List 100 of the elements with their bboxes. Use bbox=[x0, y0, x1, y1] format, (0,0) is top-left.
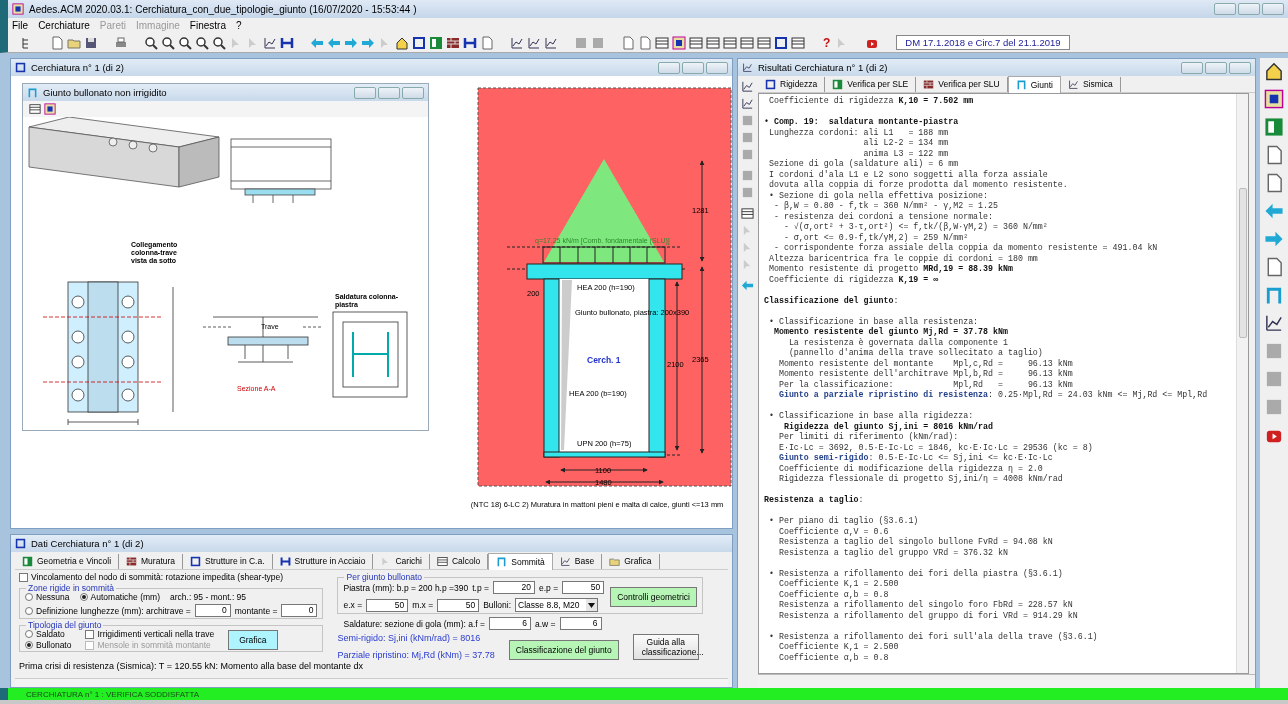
table-icon[interactable] bbox=[706, 35, 720, 50]
input-field[interactable]: 50 bbox=[437, 598, 480, 612]
menu-item[interactable]: File bbox=[12, 20, 29, 31]
minimize-button[interactable] bbox=[353, 86, 376, 99]
geometry-checks-button[interactable]: Controlli geometrici bbox=[610, 586, 697, 607]
arrow-right-icon[interactable] bbox=[361, 35, 375, 50]
zoom-icon[interactable] bbox=[195, 35, 209, 50]
radio-button[interactable]: Automatiche (mm) bbox=[79, 592, 160, 602]
result-line: Momento resistente del montante Mpl,c,Rd = 96.13 kNm bbox=[777, 358, 1074, 369]
page-icon[interactable] bbox=[638, 35, 652, 50]
input-field[interactable]: 6 bbox=[559, 617, 602, 630]
chart-icon[interactable] bbox=[544, 35, 558, 50]
input-field[interactable]: 20 bbox=[493, 581, 535, 594]
tab[interactable]: Sommità bbox=[488, 552, 553, 570]
page-icon[interactable] bbox=[621, 35, 635, 50]
maximize-button[interactable] bbox=[1238, 3, 1260, 15]
tab[interactable]: Carichi bbox=[373, 553, 430, 569]
result-line: Momento resistente del giunto Mj,Rd = 37.78 kNm bbox=[772, 327, 1009, 338]
house-icon[interactable] bbox=[395, 35, 409, 50]
tab[interactable]: Base bbox=[552, 553, 603, 569]
grid-icon[interactable] bbox=[429, 35, 443, 50]
menu-item[interactable]: Cerchiature bbox=[38, 20, 90, 31]
bolt-class-dropdown[interactable]: Classe 8.8, M20 bbox=[515, 598, 598, 612]
chart-icon[interactable] bbox=[1264, 313, 1284, 333]
table-icon[interactable] bbox=[655, 35, 669, 50]
brick-icon[interactable] bbox=[446, 35, 460, 50]
tab[interactable]: Grafica bbox=[602, 553, 660, 569]
input-field[interactable]: 0 bbox=[281, 604, 318, 617]
square-icon[interactable] bbox=[774, 35, 788, 50]
field-label: e.x = bbox=[343, 600, 363, 610]
house-icon[interactable] bbox=[1264, 61, 1284, 81]
vertical-scrollbar[interactable] bbox=[1236, 94, 1249, 673]
image-icon[interactable] bbox=[672, 35, 686, 50]
table-icon[interactable] bbox=[689, 35, 703, 50]
h-beam-icon[interactable] bbox=[463, 35, 477, 50]
help-button[interactable]: ? bbox=[821, 35, 833, 50]
tab-icon bbox=[279, 555, 291, 567]
classify-button[interactable]: Classificazione del giunto bbox=[508, 640, 619, 660]
arrow-left-icon[interactable] bbox=[1264, 201, 1284, 221]
tab[interactable]: Verifica per SLU bbox=[916, 76, 1008, 92]
group-title: Per giunto bullonato bbox=[344, 572, 425, 582]
tab[interactable]: Rigidezza bbox=[758, 76, 826, 92]
close-button[interactable] bbox=[706, 61, 728, 74]
scroll-thumb[interactable] bbox=[1238, 188, 1247, 338]
close-button[interactable] bbox=[1229, 61, 1252, 74]
menu-item[interactable]: Finestra bbox=[189, 20, 226, 31]
tab-icon bbox=[609, 555, 621, 567]
zoom-icon[interactable] bbox=[144, 35, 158, 50]
tab[interactable]: Muratura bbox=[119, 553, 184, 569]
radio-button[interactable]: Nessuna bbox=[25, 592, 70, 602]
tab[interactable]: Sismica bbox=[1060, 76, 1121, 92]
image-icon[interactable] bbox=[44, 103, 56, 115]
table-icon[interactable] bbox=[723, 35, 737, 50]
minimize-button[interactable] bbox=[658, 61, 680, 74]
tool-icon[interactable] bbox=[741, 207, 754, 220]
page-icon[interactable] bbox=[50, 35, 64, 50]
arrow-right-icon[interactable] bbox=[1264, 229, 1284, 249]
input-field[interactable]: 6 bbox=[489, 617, 531, 630]
horizontal-scrollbar[interactable] bbox=[15, 678, 728, 687]
result-line: I cordoni d'ala L1 e L2 sono soggetti alla forza assiale bbox=[767, 169, 1049, 180]
input-field[interactable]: 50 bbox=[562, 581, 605, 594]
tab-icon bbox=[1015, 79, 1027, 90]
chart-icon[interactable] bbox=[527, 35, 541, 50]
result-line: Giunto a parziale ripristino di resistenza: 0.25·Mpl,Rd = 24.03 kNm <= Mj,Rd <= Mpl,Rd bbox=[777, 390, 1209, 401]
grid-icon[interactable] bbox=[1264, 117, 1284, 137]
radio-button[interactable]: Bullonato bbox=[25, 640, 72, 650]
minimize-button[interactable] bbox=[1214, 3, 1236, 15]
checkbox[interactable]: Vincolamento del nodo di sommità: rotazione impedita (shear-type) bbox=[19, 572, 324, 582]
chart-icon[interactable] bbox=[510, 35, 524, 50]
radio-button[interactable]: Definizione lunghezze (mm): architrave = bbox=[25, 605, 191, 616]
result-text: Semi-rigido: Sj,ini (kNm/rad) = 8016 bbox=[337, 633, 482, 643]
image-icon[interactable] bbox=[1264, 89, 1284, 109]
tab[interactable]: Verifica per SLE bbox=[825, 76, 917, 92]
minimize-button[interactable] bbox=[1181, 61, 1204, 74]
maximize-button[interactable] bbox=[1205, 61, 1228, 74]
close-button[interactable] bbox=[401, 86, 424, 99]
frame-icon[interactable] bbox=[1264, 285, 1284, 305]
input-field[interactable]: 0 bbox=[194, 604, 231, 617]
close-button[interactable] bbox=[1262, 3, 1284, 15]
maximize-button[interactable] bbox=[377, 86, 400, 99]
printer-icon[interactable] bbox=[114, 35, 128, 50]
tab[interactable]: Geometria e Vincoli bbox=[15, 553, 120, 569]
zoom-icon[interactable] bbox=[161, 35, 175, 50]
tab[interactable]: Strutture in Acciaio bbox=[272, 553, 374, 569]
table-icon[interactable] bbox=[791, 35, 805, 50]
maximize-button[interactable] bbox=[682, 61, 704, 74]
tool-icon[interactable] bbox=[741, 97, 754, 110]
menu-item[interactable]: ? bbox=[236, 20, 242, 31]
input-field[interactable]: 50 bbox=[366, 598, 409, 612]
table-icon[interactable] bbox=[757, 35, 771, 50]
table-icon[interactable] bbox=[740, 35, 754, 50]
checkbox[interactable]: Irrigidimenti verticali nella trave bbox=[85, 629, 215, 639]
square-icon[interactable] bbox=[412, 35, 426, 50]
tool-icon[interactable] bbox=[741, 80, 754, 93]
radio-button[interactable]: Saldato bbox=[25, 629, 72, 639]
zoom-icon[interactable] bbox=[212, 35, 226, 50]
arrow-right-icon[interactable] bbox=[344, 35, 358, 50]
graphics-button[interactable]: Grafica bbox=[228, 629, 278, 650]
tab[interactable]: Strutture in C.a. bbox=[183, 553, 273, 569]
zoom-icon[interactable] bbox=[178, 35, 192, 50]
